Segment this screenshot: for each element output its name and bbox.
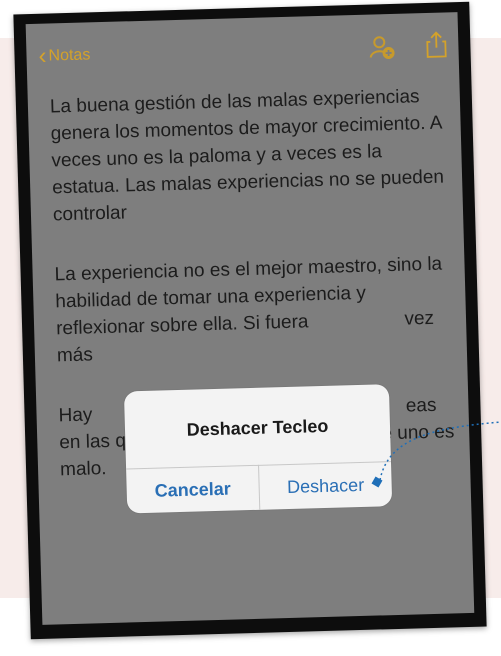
note-fragment-hay: Hay (58, 404, 93, 427)
person-add-icon[interactable] (368, 34, 395, 61)
phone-frame: ‹ Notas La buena gestión de las malas ex… (13, 1, 487, 640)
back-button[interactable]: ‹ Notas (38, 42, 91, 70)
annotation-pointer-line (379, 421, 501, 481)
note-paragraph-2-text: La experiencia no es el mejor maestro, s… (54, 253, 443, 340)
navigation-bar: ‹ Notas (26, 12, 460, 84)
note-paragraph-2: La experiencia no es el mejor maestro, s… (54, 250, 454, 342)
share-icon[interactable] (424, 30, 449, 59)
back-label: Notas (48, 46, 91, 65)
note-fragment-eas: eas (405, 394, 437, 417)
cancel-button[interactable]: Cancelar (126, 466, 259, 514)
chevron-left-icon: ‹ (38, 42, 47, 70)
notes-screen: ‹ Notas La buena gestión de las malas ex… (25, 12, 475, 625)
note-paragraph-1: La buena gestión de las malas experienci… (49, 86, 445, 226)
undo-alert-dialog: Deshacer Tecleo Cancelar Deshacer (123, 384, 393, 514)
note-fragment-vez: vez (404, 307, 435, 330)
undo-button[interactable]: Deshacer (259, 462, 392, 510)
alert-title: Deshacer Tecleo (186, 415, 329, 440)
